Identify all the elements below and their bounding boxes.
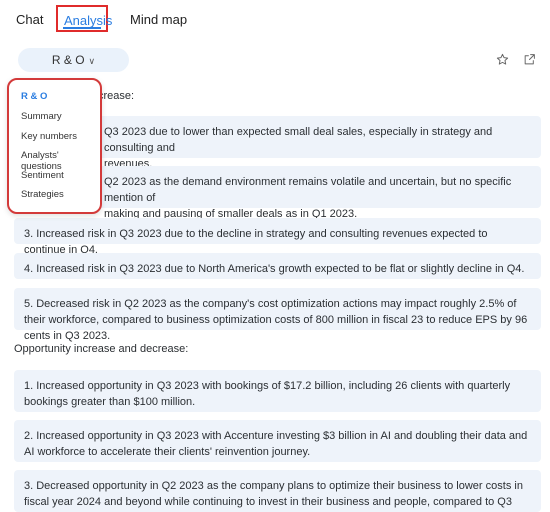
dropdown-item-sentiment[interactable]: Sentiment	[21, 170, 64, 181]
risk-item-1-line1: Q3 2023 due to lower than expected small…	[104, 126, 493, 154]
opportunity-section-label: Opportunity increase and decrease:	[14, 343, 189, 355]
chevron-down-icon: ∨	[88, 56, 96, 66]
risk-item-3: 3. Increased risk in Q3 2023 due to the …	[14, 218, 541, 256]
opportunity-item-2: 2. Increased opportunity in Q3 2023 with…	[14, 420, 541, 462]
star-icon[interactable]	[496, 53, 509, 66]
tab-active-underline	[63, 27, 101, 29]
dropdown-item-summary[interactable]: Summary	[21, 111, 62, 122]
dropdown-item-analysts-questions[interactable]: Analysts' questions	[21, 150, 100, 172]
risk-item-4: 4. Increased risk in Q3 2023 due to Nort…	[14, 253, 541, 279]
tab-analysis[interactable]: Analysis	[56, 5, 112, 32]
toolbar-icons	[486, 53, 536, 71]
dropdown-item-key-numbers[interactable]: Key numbers	[21, 131, 77, 142]
select-value: R & O	[51, 53, 85, 67]
share-icon[interactable]	[523, 53, 536, 66]
opportunity-item-3: 3. Decreased opportunity in Q2 2023 as t…	[14, 470, 541, 512]
tab-analysis-label: Analysis	[64, 13, 113, 28]
risk-section-label: crease:	[98, 90, 135, 102]
tab-mind-map[interactable]: Mind map	[130, 12, 187, 27]
opportunity-item-1: 1. Increased opportunity in Q3 2023 with…	[14, 370, 541, 412]
analysis-type-dropdown: R & O Summary Key numbers Analysts' ques…	[7, 78, 102, 214]
risk-item-5: 5. Decreased risk in Q2 2023 as the comp…	[14, 288, 541, 342]
tab-bar: Chat Analysis Mind map	[0, 0, 550, 36]
dropdown-item-strategies[interactable]: Strategies	[21, 189, 64, 200]
risk-item-2-line1: Q2 2023 as the demand environment remain…	[104, 176, 512, 204]
dropdown-item-r-and-o[interactable]: R & O	[21, 91, 47, 102]
tab-chat[interactable]: Chat	[16, 12, 43, 27]
analysis-type-select[interactable]: R & O ∨	[18, 48, 129, 72]
